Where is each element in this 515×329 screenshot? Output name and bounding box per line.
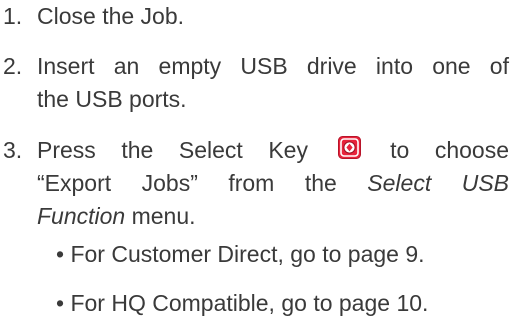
step-3-line-2-text: “Export Jobs” from the [37, 170, 337, 196]
step-3-line-3: Function menu. [37, 200, 509, 233]
step-2-line-1: Insert an empty USB drive into one of [37, 53, 509, 79]
step-3-line-3-italic: Function [37, 203, 126, 229]
step-text: Close the Job. [37, 0, 509, 33]
select-key-icon [337, 135, 361, 159]
step-number: 2. [3, 53, 23, 79]
step-number: 1. [3, 3, 23, 29]
step-3-line-1-start: Press the Select Key [37, 137, 308, 163]
step-3-line-1: Press the Select Key to choose [37, 134, 509, 167]
step-text: Press the Select Key to choose “Export J… [37, 134, 509, 233]
step-3-line-2-italic: Select USB [367, 170, 509, 196]
instruction-page: 1. Close the Job. 2. Insert an empty USB… [0, 0, 515, 329]
step-3-line-2: “Export Jobs” from the Select USB [37, 167, 509, 200]
step-number: 3. [3, 137, 23, 163]
step-3-line-1-end: to choose [390, 137, 510, 163]
bullet-hq-compatible: • For HQ Compatible, go to page 10. [56, 290, 429, 316]
step-1-line: Close the Job. [37, 3, 185, 29]
bullet-customer-direct: • For Customer Direct, go to page 9. [56, 241, 425, 267]
step-3-line-3-text: menu. [125, 203, 196, 229]
step-2-line-2: the USB ports. [37, 86, 187, 112]
step-text: Insert an empty USB drive into one of th… [37, 50, 509, 116]
